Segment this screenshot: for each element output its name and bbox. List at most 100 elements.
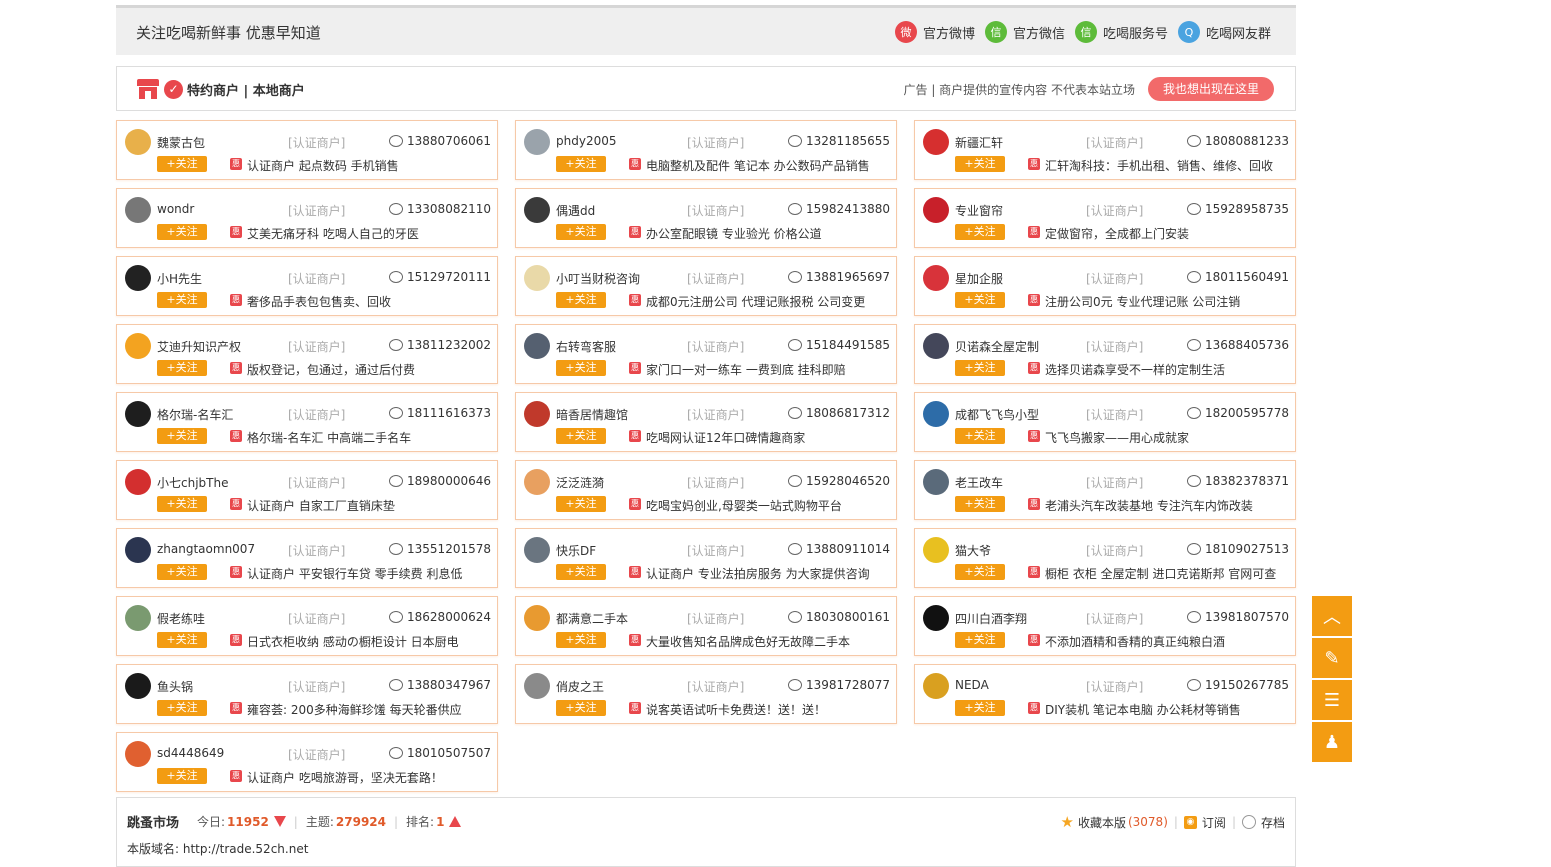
merchant-description[interactable]: 吃喝网认证12年口碑情趣商家 — [646, 429, 891, 446]
merchant-card[interactable]: 快乐DF [认证商户] 13880911014 +关注 惠认证商户 专业法拍房服务 为大… — [515, 528, 897, 588]
merchant-name[interactable]: 新疆汇轩 — [955, 134, 1003, 151]
follow-button[interactable]: +关注 — [955, 496, 1005, 512]
avatar[interactable] — [125, 673, 151, 699]
follow-button[interactable]: +关注 — [556, 224, 606, 240]
follow-button[interactable]: +关注 — [955, 156, 1005, 172]
follow-button[interactable]: +关注 — [955, 632, 1005, 648]
merchant-name[interactable]: 右转弯客服 — [556, 338, 616, 355]
avatar[interactable] — [524, 605, 550, 631]
avatar[interactable] — [125, 129, 151, 155]
avatar[interactable] — [125, 741, 151, 767]
merchant-card[interactable]: 泛泛涟漪 [认证商户] 15928046520 +关注 惠吃喝宝妈创业,母婴类一站式购物… — [515, 460, 897, 520]
avatar[interactable] — [125, 333, 151, 359]
merchant-card[interactable]: 暗香居情趣馆 [认证商户] 18086817312 +关注 惠吃喝网认证12年口碑情趣商… — [515, 392, 897, 452]
merchant-name[interactable]: 小叮当财税咨询 — [556, 270, 640, 287]
back-to-top-button[interactable]: ︿ — [1312, 596, 1352, 636]
merchant-description[interactable]: 成都0元注册公司 代理记账报税 公司变更 — [646, 293, 891, 310]
merchant-name[interactable]: wondr — [157, 202, 194, 216]
merchant-name[interactable]: 暗香居情趣馆 — [556, 406, 628, 423]
merchant-name[interactable]: 小H先生 — [157, 270, 202, 287]
follow-button[interactable]: +关注 — [955, 428, 1005, 444]
merchant-name[interactable]: 成都飞飞鸟小型 — [955, 406, 1039, 423]
archive-button[interactable]: 存档 — [1261, 814, 1285, 831]
avatar[interactable] — [923, 537, 949, 563]
merchant-name[interactable]: sd4448649 — [157, 746, 224, 760]
merchant-description[interactable]: 格尔瑞-名车汇 中高端二手名车 — [247, 429, 492, 446]
merchant-card[interactable]: 新疆汇轩 [认证商户] 18080881233 +关注 惠汇轩淘科技：手机出租、销售、维… — [914, 120, 1296, 180]
merchant-name[interactable]: 猫大爷 — [955, 542, 991, 559]
social-link-wechat[interactable]: 信官方微信 — [984, 21, 1065, 43]
avatar[interactable] — [923, 401, 949, 427]
merchant-name[interactable]: 假老练哇 — [157, 610, 205, 627]
merchant-description[interactable]: 版权登记，包通过，通过后付费 — [247, 361, 492, 378]
merchant-name[interactable]: 快乐DF — [556, 542, 596, 559]
avatar[interactable] — [125, 197, 151, 223]
avatar[interactable] — [923, 129, 949, 155]
merchant-card[interactable]: 小H先生 [认证商户] 15129720111 +关注 惠奢侈品手表包包售卖、回收 — [116, 256, 498, 316]
merchant-card[interactable]: 专业窗帘 [认证商户] 15928958735 +关注 惠定做窗帘，全成都上门安装 — [914, 188, 1296, 248]
merchant-description[interactable]: 雍容荟: 200多种海鲜珍馐 每天轮番供应 — [247, 701, 492, 718]
follow-button[interactable]: +关注 — [157, 700, 207, 716]
merchant-name[interactable]: 贝诺森全屋定制 — [955, 338, 1039, 355]
merchant-card[interactable]: 格尔瑞-名车汇 [认证商户] 18111616373 +关注 惠格尔瑞-名车汇 中高端二… — [116, 392, 498, 452]
merchant-description[interactable]: 注册公司0元 专业代理记账 公司注销 — [1045, 293, 1290, 310]
merchant-card[interactable]: 俏皮之王 [认证商户] 13981728077 +关注 惠说客英语试听卡免费送！送！送！ — [515, 664, 897, 724]
avatar[interactable] — [923, 673, 949, 699]
merchant-card[interactable]: NEDA [认证商户] 19150267785 +关注 惠 DIY装机 笔记本电脑 办公耗… — [914, 664, 1296, 724]
merchant-description[interactable]: 吃喝宝妈创业,母婴类一站式购物平台 — [646, 497, 891, 514]
merchant-card[interactable]: 魏蒙古包 [认证商户] 13880706061 +关注 惠认证商户 起点数码 手机销售 — [116, 120, 498, 180]
merchant-card[interactable]: 成都飞飞鸟小型 [认证商户] 18200595778 +关注 惠飞飞鸟搬家——用心成就家 — [914, 392, 1296, 452]
merchant-name[interactable]: 四川白酒李翔 — [955, 610, 1027, 627]
merchant-card[interactable]: 假老练哇 [认证商户] 18628000624 +关注 惠日式衣柜收纳 感动の橱柜设计 … — [116, 596, 498, 656]
merchant-name[interactable]: 魏蒙古包 — [157, 134, 205, 151]
merchant-description[interactable]: DIY装机 笔记本电脑 办公耗材等销售 — [1045, 701, 1290, 718]
merchant-card[interactable]: sd4448649 [认证商户] 18010507507 +关注 惠认证商户 吃喝旅游哥… — [116, 732, 498, 792]
avatar[interactable] — [125, 605, 151, 631]
merchant-description[interactable]: 飞飞鸟搬家——用心成就家 — [1045, 429, 1290, 446]
follow-button[interactable]: +关注 — [157, 496, 207, 512]
merchant-card[interactable]: phdy2005 [认证商户] 13281185655 +关注 惠电脑整机及配件 笔记本… — [515, 120, 897, 180]
merchant-name[interactable]: NEDA — [955, 678, 989, 692]
merchant-description[interactable]: 不添加酒精和香精的真正纯粮白酒 — [1045, 633, 1290, 650]
merchant-description[interactable]: 认证商户 吃喝旅游哥，坚决无套路！ — [247, 769, 492, 786]
avatar[interactable] — [524, 469, 550, 495]
avatar[interactable] — [524, 333, 550, 359]
follow-button[interactable]: +关注 — [556, 292, 606, 308]
follow-button[interactable]: +关注 — [955, 700, 1005, 716]
merchant-card[interactable]: 小叮当财税咨询 [认证商户] 13881965697 +关注 惠成都0元注册公司 代理记… — [515, 256, 897, 316]
merchant-name[interactable]: 泛泛涟漪 — [556, 474, 604, 491]
merchant-card[interactable]: 都满意二手本 [认证商户] 18030800161 +关注 惠大量收售知名品牌成色好无故… — [515, 596, 897, 656]
merchant-name[interactable]: 格尔瑞-名车汇 — [157, 406, 233, 423]
follow-button[interactable]: +关注 — [556, 564, 606, 580]
merchant-name[interactable]: 鱼头锅 — [157, 678, 193, 695]
merchant-description[interactable]: 选择贝诺森享受不一样的定制生活 — [1045, 361, 1290, 378]
merchant-card[interactable]: 鱼头锅 [认证商户] 13880347967 +关注 惠雍容荟: 200多种海鲜珍馐 每… — [116, 664, 498, 724]
avatar[interactable] — [125, 537, 151, 563]
follow-button[interactable]: +关注 — [157, 768, 207, 784]
merchant-description[interactable]: 家门口一对一练车 一费到底 挂科即赔 — [646, 361, 891, 378]
follow-button[interactable]: +关注 — [157, 292, 207, 308]
list-view-button[interactable]: ☰ — [1312, 680, 1352, 720]
merchant-card[interactable]: 小七chjbThe [认证商户] 18980000646 +关注 惠认证商户 自家工厂直… — [116, 460, 498, 520]
merchant-description[interactable]: 办公室配眼镜 专业验光 价格公道 — [646, 225, 891, 242]
merchant-name[interactable]: 艾迪升知识产权 — [157, 338, 241, 355]
avatar[interactable] — [524, 673, 550, 699]
follow-button[interactable]: +关注 — [157, 156, 207, 172]
avatar[interactable] — [923, 197, 949, 223]
follow-button[interactable]: +关注 — [955, 564, 1005, 580]
merchant-card[interactable]: 艾迪升知识产权 [认证商户] 13811232002 +关注 惠版权登记，包通过，通过后… — [116, 324, 498, 384]
favorite-button[interactable]: 收藏本版 — [1078, 814, 1126, 831]
follow-button[interactable]: +关注 — [556, 428, 606, 444]
merchants-title[interactable]: 特约商户 | 本地商户 — [187, 80, 305, 99]
merchant-card[interactable]: zhangtaomn007 [认证商户] 13551201578 +关注 惠认证商户 平… — [116, 528, 498, 588]
avatar[interactable] — [524, 401, 550, 427]
qq-contact-button[interactable]: ♟ — [1312, 722, 1352, 762]
merchant-description[interactable]: 老浦头汽车改装基地 专注汽车内饰改装 — [1045, 497, 1290, 514]
follow-button[interactable]: +关注 — [556, 360, 606, 376]
merchant-card[interactable]: 四川白酒李翔 [认证商户] 13981807570 +关注 惠不添加酒精和香精的真正纯粮… — [914, 596, 1296, 656]
follow-button[interactable]: +关注 — [955, 360, 1005, 376]
merchant-card[interactable]: 贝诺森全屋定制 [认证商户] 13688405736 +关注 惠选择贝诺森享受不一样的定… — [914, 324, 1296, 384]
merchant-card[interactable]: 老王改车 [认证商户] 18382378371 +关注 惠老浦头汽车改装基地 专注汽车内… — [914, 460, 1296, 520]
avatar[interactable] — [923, 265, 949, 291]
merchant-name[interactable]: zhangtaomn007 — [157, 542, 255, 556]
